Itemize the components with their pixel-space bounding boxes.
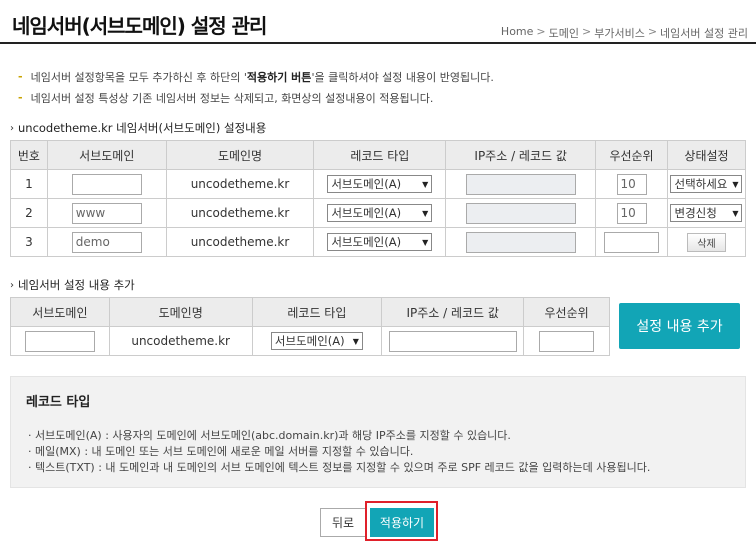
dash-bullet-icon: - bbox=[18, 70, 23, 83]
ip-input[interactable] bbox=[465, 173, 576, 195]
back-button[interactable]: 뒤로 bbox=[320, 508, 366, 537]
page-header: 네임서버(서브도메인) 설정 관리 Home > 도메인 > 부가서비스 > 네… bbox=[0, 0, 756, 44]
col-header: 도메인명 bbox=[108, 297, 253, 327]
breadcrumb: Home > 도메인 > 부가서비스 > 네임서버 설정 관리 bbox=[501, 25, 748, 41]
col-header: IP주소 / 레코드 값 bbox=[381, 297, 525, 327]
table-row: 2 www uncodetheme.kr 서브도메인(A) ▼ 10 변경신청 ▼ bbox=[10, 198, 747, 228]
table-header-row: 번호 서브도메인 도메인명 레코드 타입 IP주소 / 레코드 값 우선순위 상… bbox=[10, 140, 747, 170]
current-settings-table: 번호 서브도메인 도메인명 레코드 타입 IP주소 / 레코드 값 우선순위 상… bbox=[10, 140, 747, 257]
record-type-title: 레코드 타입 bbox=[26, 395, 91, 410]
notice-list: - 네임서버 설정항목을 모두 추가하신 후 하단의 '적용하기 버튼'을 클릭… bbox=[18, 66, 494, 108]
chevron-right-icon: > bbox=[647, 25, 658, 38]
caret-down-icon: ▼ bbox=[422, 208, 429, 218]
notice-text: 네임서버 설정항목을 모두 추가하신 후 하단의 '적용하기 버튼'을 클릭하셔… bbox=[30, 70, 494, 84]
col-header: 서브도메인 bbox=[10, 297, 110, 327]
col-header: IP주소 / 레코드 값 bbox=[445, 140, 597, 170]
record-type-select[interactable]: 서브도메인(A) ▼ bbox=[327, 233, 433, 251]
priority-input[interactable] bbox=[604, 231, 660, 253]
subdomain-input[interactable]: demo bbox=[71, 231, 142, 253]
row-number: 2 bbox=[10, 198, 48, 228]
domain-name: uncodetheme.kr bbox=[108, 326, 253, 356]
chevron-right-icon: > bbox=[536, 25, 546, 38]
caret-down-icon: ▼ bbox=[352, 336, 359, 346]
new-subdomain-input[interactable] bbox=[24, 330, 95, 352]
row-number: 1 bbox=[10, 169, 48, 199]
breadcrumb-domain[interactable]: 도메인 bbox=[549, 25, 579, 41]
chevron-right-icon: › bbox=[10, 122, 14, 134]
apply-button[interactable]: 적용하기 bbox=[370, 508, 434, 537]
notice-item: - 네임서버 설정항목을 모두 추가하신 후 하단의 '적용하기 버튼'을 클릭… bbox=[18, 66, 494, 87]
record-type-info: 레코드 타입 · 서브도메인(A) : 사용자의 도메인에 서브도메인(abc.… bbox=[10, 376, 746, 488]
new-priority-input[interactable] bbox=[539, 330, 595, 352]
col-header: 도메인명 bbox=[165, 140, 315, 170]
col-header: 우선순위 bbox=[595, 140, 668, 170]
delete-button[interactable]: 삭제 bbox=[687, 232, 726, 252]
caret-down-icon: ▼ bbox=[422, 179, 429, 189]
col-header: 레코드 타입 bbox=[313, 140, 447, 170]
notice-text: 네임서버 설정 특성상 기존 네임서버 정보는 삭제되고, 화면상의 설정내용이… bbox=[30, 91, 434, 105]
add-settings-title: › 네임서버 설정 내용 추가 bbox=[10, 278, 135, 292]
table-row: uncodetheme.kr 서브도메인(A) ▼ bbox=[10, 326, 610, 356]
record-type-select[interactable]: 서브도메인(A) ▼ bbox=[327, 175, 433, 193]
col-header: 번호 bbox=[10, 140, 48, 170]
new-ip-input[interactable] bbox=[388, 330, 517, 352]
chevron-right-icon: › bbox=[10, 279, 14, 291]
ip-input[interactable] bbox=[465, 231, 576, 253]
breadcrumb-home[interactable]: Home bbox=[501, 25, 533, 41]
priority-input[interactable]: 10 bbox=[616, 202, 647, 224]
priority-input[interactable]: 10 bbox=[616, 173, 647, 195]
breadcrumb-current: 네임서버 설정 관리 bbox=[660, 27, 748, 40]
record-type-item: · 텍스트(TXT) : 내 도메인과 내 도메인의 서브 도메인에 텍스트 정… bbox=[28, 461, 651, 474]
chevron-right-icon: > bbox=[582, 25, 592, 38]
col-header: 우선순위 bbox=[523, 297, 610, 327]
col-header: 상태설정 bbox=[666, 140, 747, 170]
add-settings-table: 서브도메인 도메인명 레코드 타입 IP주소 / 레코드 값 우선순위 unco… bbox=[10, 297, 610, 356]
domain-name: uncodetheme.kr bbox=[165, 169, 315, 199]
table-row: 3 demo uncodetheme.kr 서브도메인(A) ▼ 삭제 bbox=[10, 227, 747, 257]
ip-input[interactable] bbox=[465, 202, 576, 224]
status-select[interactable]: 선택하세요 ▼ bbox=[670, 175, 743, 193]
breadcrumb-addon[interactable]: 부가서비스 bbox=[594, 25, 645, 41]
new-record-type-select[interactable]: 서브도메인(A) ▼ bbox=[270, 332, 363, 350]
col-header: 레코드 타입 bbox=[251, 297, 383, 327]
page-title: 네임서버(서브도메인) 설정 관리 bbox=[12, 14, 267, 38]
col-header: 서브도메인 bbox=[46, 140, 167, 170]
current-settings-title: › uncodetheme.kr 네임서버(서브도메인) 설정내용 bbox=[10, 121, 267, 135]
table-row: 1 uncodetheme.kr 서브도메인(A) ▼ 10 선택하세요 ▼ bbox=[10, 169, 747, 199]
subdomain-input[interactable]: www bbox=[71, 202, 142, 224]
record-type-item: · 메일(MX) : 내 도메인 또는 서브 도메인에 새로운 메일 서버를 지… bbox=[28, 445, 414, 458]
domain-name: uncodetheme.kr bbox=[165, 198, 315, 228]
caret-down-icon: ▼ bbox=[732, 208, 739, 218]
record-type-select[interactable]: 서브도메인(A) ▼ bbox=[327, 204, 433, 222]
domain-name: uncodetheme.kr bbox=[165, 227, 315, 257]
record-type-item: · 서브도메인(A) : 사용자의 도메인에 서브도메인(abc.domain.… bbox=[28, 429, 511, 442]
notice-item: - 네임서버 설정 특성상 기존 네임서버 정보는 삭제되고, 화면상의 설정내… bbox=[18, 87, 494, 108]
table-header-row: 서브도메인 도메인명 레코드 타입 IP주소 / 레코드 값 우선순위 bbox=[10, 297, 610, 327]
status-select[interactable]: 변경신청 ▼ bbox=[670, 204, 743, 222]
add-setting-button[interactable]: 설정 내용 추가 bbox=[619, 303, 740, 349]
subdomain-input[interactable] bbox=[71, 173, 142, 195]
dash-bullet-icon: - bbox=[18, 91, 23, 104]
caret-down-icon: ▼ bbox=[732, 179, 739, 189]
caret-down-icon: ▼ bbox=[422, 237, 429, 247]
row-number: 3 bbox=[10, 227, 48, 257]
